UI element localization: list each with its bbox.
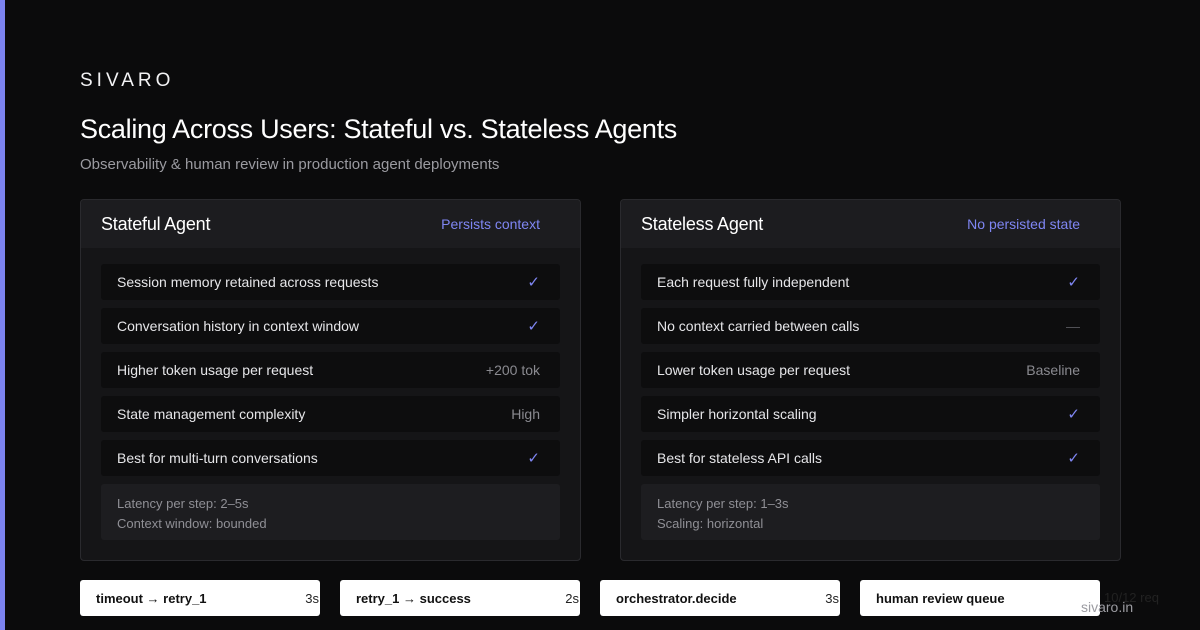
trace-pill: timeout → retry_1 3s [80,580,320,616]
trace-pill: retry_1 → success 2s [340,580,580,616]
trace-duration: 3s [305,590,319,606]
card-title: Stateless Agent [641,213,764,234]
metrics-box: Latency per step: 1–3s Scaling: horizont… [641,484,1100,540]
feature-row: Best for stateless API calls ✓ [641,440,1100,476]
trace-label: retry_1 → success [356,590,471,606]
trace-pill: human review queue [860,580,1100,616]
card-tag: Persists context [441,216,540,232]
check-icon: ✓ [527,274,540,291]
trace-label: orchestrator.decide [616,590,737,606]
feature-row: Best for multi-turn conversations ✓ [101,440,560,476]
trace-duration: 2s [565,590,579,606]
feature-label: Each request fully independent [657,274,850,290]
feature-row: No context carried between calls — [641,308,1100,344]
feature-value: +200 tok [485,362,540,378]
feature-label: State management complexity [117,406,306,422]
feature-row: State management complexity High [101,396,560,432]
feature-row: Higher token usage per request +200 tok [101,352,560,388]
feature-list: Session memory retained across requests … [81,248,580,476]
check-icon: ✓ [1067,274,1080,291]
card-header: Stateless Agent No persisted state [621,200,1120,248]
brand-logo: SIVARO [80,70,175,91]
feature-label: Higher token usage per request [117,362,314,378]
check-icon: ✓ [527,318,540,335]
feature-label: Best for multi-turn conversations [117,450,318,466]
feature-label: Simpler horizontal scaling [657,406,817,422]
feature-list: Each request fully independent ✓ No cont… [621,248,1120,476]
feature-row: Session memory retained across requests … [101,264,560,300]
check-icon: ✓ [527,450,540,467]
feature-label: No context carried between calls [657,318,860,334]
feature-row: Conversation history in context window ✓ [101,308,560,344]
scaling-metric: Scaling: horizontal [657,516,764,531]
trace-duration: 3s [825,590,839,606]
page-subtitle: Observability & human review in producti… [80,156,500,173]
feature-value: Baseline [1026,362,1080,378]
metrics-box: Latency per step: 2–5s Context window: b… [101,484,560,540]
feature-row: Simpler horizontal scaling ✓ [641,396,1100,432]
stateful-agent-card: Stateful Agent Persists context Session … [80,199,581,561]
page-title: Scaling Across Users: Stateful vs. State… [80,114,677,144]
feature-label: Session memory retained across requests [117,274,379,290]
dash-icon: — [1066,318,1080,334]
feature-value: High [511,406,540,422]
card-header: Stateful Agent Persists context [81,200,580,248]
latency-metric: Latency per step: 2–5s [117,496,249,511]
stateless-agent-card: Stateless Agent No persisted state Each … [620,199,1121,561]
feature-label: Conversation history in context window [117,318,360,334]
card-tag: No persisted state [967,216,1080,232]
accent-bar [0,0,5,630]
footer-url: sivaro.in [1081,599,1134,615]
context-metric: Context window: bounded [117,516,267,531]
card-title: Stateful Agent [101,213,211,234]
feature-label: Best for stateless API calls [657,450,822,466]
check-icon: ✓ [1067,450,1080,467]
feature-label: Lower token usage per request [657,362,851,378]
check-icon: ✓ [1067,406,1080,423]
feature-row: Each request fully independent ✓ [641,264,1100,300]
latency-metric: Latency per step: 1–3s [657,496,789,511]
trace-label: timeout → retry_1 [96,590,207,606]
feature-row: Lower token usage per request Baseline [641,352,1100,388]
trace-pill: orchestrator.decide 3s [600,580,840,616]
trace-label: human review queue [876,590,1005,606]
